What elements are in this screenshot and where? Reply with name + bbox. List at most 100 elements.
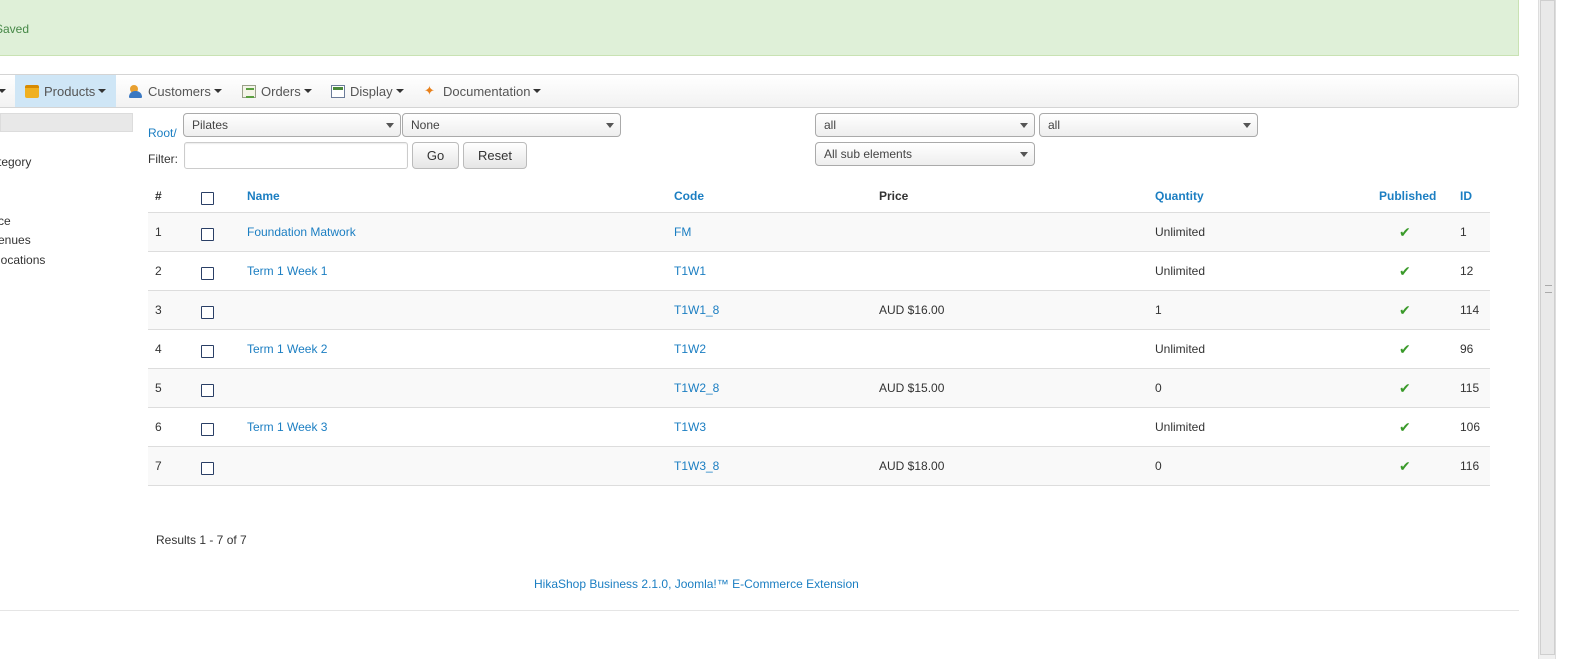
chevron-down-icon (386, 123, 394, 128)
sidebar-item-category[interactable]: tegory (0, 155, 31, 169)
cell-id: 116 (1460, 459, 1480, 473)
table-row: 2 Term 1 Week 1 T1W1 Unlimited ✔ 12 (148, 252, 1490, 291)
cell-code[interactable]: FM (674, 213, 691, 251)
cell-published: ✔ (1399, 252, 1411, 290)
reset-button[interactable]: Reset (463, 142, 527, 169)
menu-previous-dropdown[interactable] (0, 75, 9, 107)
header-quantity[interactable]: Quantity (1155, 180, 1204, 212)
menu-display[interactable]: Display (331, 75, 404, 107)
filter-input[interactable] (184, 142, 408, 169)
cell-name[interactable]: Foundation Matwork (247, 213, 356, 251)
menu-customers-label: Customers (148, 83, 211, 99)
users-icon (129, 84, 143, 98)
row-checkbox[interactable] (201, 305, 214, 319)
chevron-down-icon (533, 89, 542, 93)
row-checkbox[interactable] (201, 383, 214, 397)
table-body: 1 Foundation Matwork FM Unlimited ✔ 1 2 Term 1 … (148, 213, 1490, 486)
success-message-text: Saved (0, 22, 30, 36)
category-select-value: Pilates (192, 118, 229, 132)
row-checkbox[interactable] (201, 227, 214, 241)
scope-select[interactable]: All sub elements (815, 142, 1035, 166)
cell-quantity: Unlimited (1155, 420, 1206, 434)
row-checkbox[interactable] (201, 266, 214, 280)
cell-name[interactable]: Term 1 Week 2 (247, 330, 327, 368)
header-select-all (201, 180, 214, 212)
cell-published: ✔ (1399, 447, 1411, 485)
row-select-cell (201, 408, 214, 446)
published-check-icon[interactable]: ✔ (1399, 341, 1411, 358)
scope-select-value: All sub elements (824, 147, 913, 161)
admin-menubar: Products Customers Orders Display Docume… (0, 74, 1519, 108)
published-filter-value: all (824, 118, 837, 132)
cell-quantity: Unlimited (1155, 264, 1206, 278)
cell-price: AUD $16.00 (879, 303, 945, 317)
header-name[interactable]: Name (247, 180, 280, 212)
chevron-down-icon (606, 123, 614, 128)
cell-num: 2 (155, 264, 162, 278)
menu-orders-label: Orders (261, 83, 301, 99)
chevron-down-icon (0, 89, 6, 93)
footer-link[interactable]: HikaShop Business 2.1.0, Joomla!™ E-Comm… (534, 577, 859, 591)
cell-num: 7 (155, 459, 162, 473)
menu-orders[interactable]: Orders (242, 75, 312, 107)
select-all-checkbox[interactable] (201, 191, 214, 205)
cell-code[interactable]: T1W3_8 (674, 447, 719, 485)
variant-filter-value: all (1048, 118, 1061, 132)
header-id[interactable]: ID (1460, 180, 1472, 212)
published-check-icon[interactable]: ✔ (1399, 419, 1411, 436)
published-check-icon[interactable]: ✔ (1399, 224, 1411, 241)
cell-code[interactable]: T1W1 (674, 252, 706, 290)
secondary-select[interactable]: None (402, 113, 621, 137)
cell-quantity: 1 (1155, 303, 1162, 317)
scrollbar-thumb[interactable] (1540, 0, 1555, 655)
chevron-down-icon (1243, 123, 1251, 128)
sidebar-item-locations[interactable]: locations (0, 253, 45, 267)
row-select-cell (201, 213, 214, 251)
cell-code[interactable]: T1W2_8 (674, 369, 719, 407)
published-check-icon[interactable]: ✔ (1399, 380, 1411, 397)
header-code[interactable]: Code (674, 180, 704, 212)
category-select[interactable]: Pilates (183, 113, 401, 137)
sidebar-item-venues[interactable]: enues (0, 233, 31, 247)
published-check-icon[interactable]: ✔ (1399, 263, 1411, 280)
row-select-cell (201, 330, 214, 368)
row-checkbox[interactable] (201, 461, 214, 475)
table-row: 7 T1W3_8 AUD $18.00 0 ✔ 116 (148, 447, 1490, 486)
cell-code[interactable]: T1W3 (674, 408, 706, 446)
menu-products[interactable]: Products (15, 75, 117, 107)
vertical-scrollbar[interactable] (1538, 0, 1556, 659)
sidebar-item-ce[interactable]: ce (0, 214, 11, 228)
menu-customers[interactable]: Customers (129, 75, 222, 107)
cell-code[interactable]: T1W2 (674, 330, 706, 368)
go-button[interactable]: Go (412, 142, 459, 169)
cell-published: ✔ (1399, 213, 1411, 251)
cell-published: ✔ (1399, 330, 1411, 368)
cell-id: 106 (1460, 420, 1481, 434)
cell-published: ✔ (1399, 291, 1411, 329)
breadcrumb-root[interactable]: Root/ (148, 126, 177, 140)
table-row: 1 Foundation Matwork FM Unlimited ✔ 1 (148, 213, 1490, 252)
footer-divider (0, 610, 1519, 611)
published-check-icon[interactable]: ✔ (1399, 302, 1411, 319)
cell-quantity: 0 (1155, 459, 1162, 473)
menu-products-label: Products (44, 83, 96, 99)
cell-name[interactable]: Term 1 Week 1 (247, 252, 327, 290)
published-filter-select[interactable]: all (815, 113, 1035, 137)
cell-code[interactable]: T1W1_8 (674, 291, 719, 329)
scrollbar-grip-icon (1545, 285, 1552, 293)
success-message: Saved (0, 0, 1519, 56)
box-icon (25, 84, 39, 98)
cell-price: AUD $15.00 (879, 381, 945, 395)
header-published[interactable]: Published (1379, 180, 1436, 212)
table-row: 3 T1W1_8 AUD $16.00 1 ✔ 114 (148, 291, 1490, 330)
orders-icon (242, 84, 256, 98)
variant-filter-select[interactable]: all (1039, 113, 1258, 137)
menu-documentation[interactable]: Documentation (424, 75, 542, 107)
cell-name[interactable]: Term 1 Week 3 (247, 408, 327, 446)
row-checkbox[interactable] (201, 422, 214, 436)
published-check-icon[interactable]: ✔ (1399, 458, 1411, 475)
cell-id: 114 (1460, 303, 1480, 317)
table-row: 6 Term 1 Week 3 T1W3 Unlimited ✔ 106 (148, 408, 1490, 447)
table-row: 4 Term 1 Week 2 T1W2 Unlimited ✔ 96 (148, 330, 1490, 369)
row-checkbox[interactable] (201, 344, 214, 358)
